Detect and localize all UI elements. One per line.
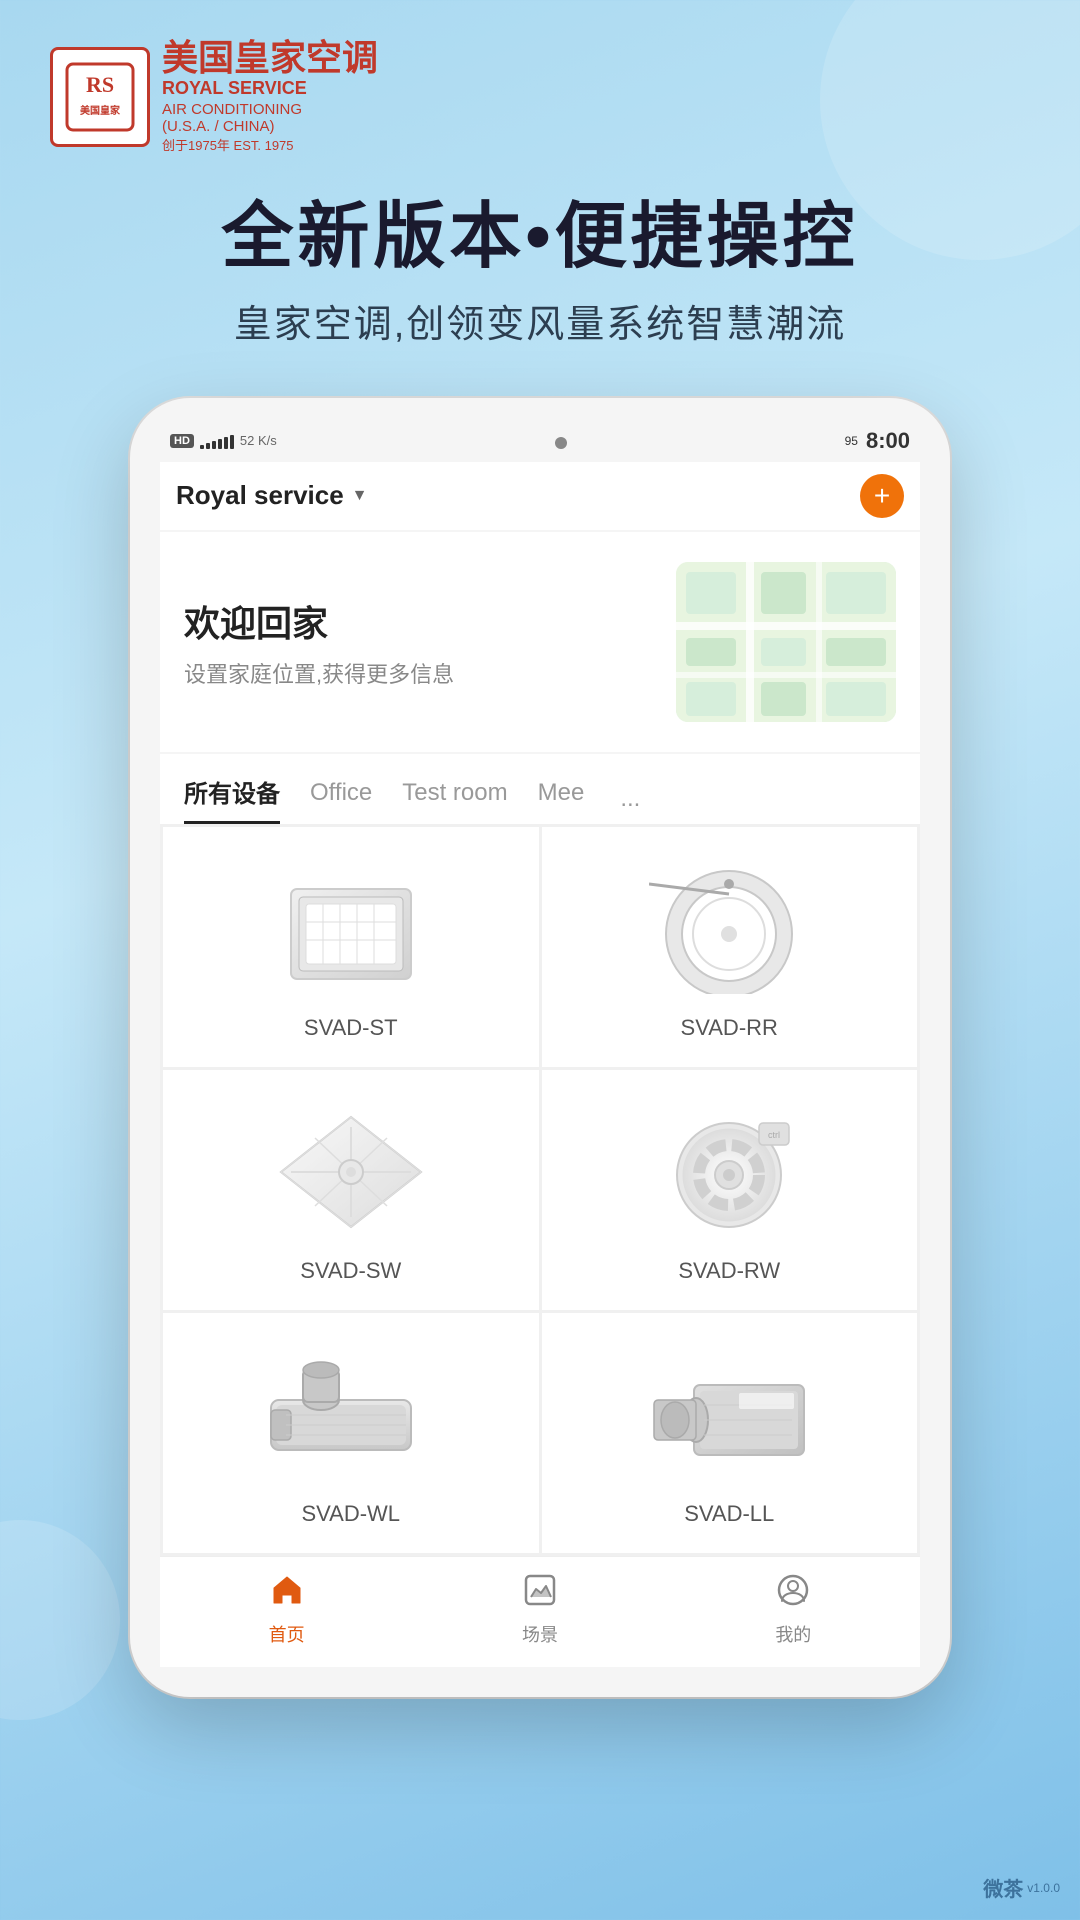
app-header: Royal service ▼ + xyxy=(160,462,920,530)
svg-text:美国皇家: 美国皇家 xyxy=(80,104,121,117)
device-card-svad-st[interactable]: SVAD-ST xyxy=(163,827,539,1067)
logo-box: RS 美国皇家 美国皇家空调 ROYAL SERVICE AIR CONDITI… xyxy=(50,40,378,154)
device-name-svad-rw: SVAD-RW xyxy=(678,1258,780,1284)
svg-text:RS: RS xyxy=(86,72,114,97)
location-selector[interactable]: Royal service ▼ xyxy=(176,480,368,511)
device-name-svad-st: SVAD-ST xyxy=(304,1015,398,1041)
status-bar: HD 52 K/s 95 8:00 xyxy=(160,428,920,462)
logo-text-block: 美国皇家空调 ROYAL SERVICE AIR CONDITIONING (U… xyxy=(162,40,378,154)
tab-office[interactable]: Office xyxy=(310,779,372,819)
welcome-banner: 欢迎回家 设置家庭位置,获得更多信息 xyxy=(160,532,920,752)
welcome-subtitle: 设置家庭位置,获得更多信息 xyxy=(184,657,676,689)
device-card-svad-ll[interactable]: SVAD-LL xyxy=(542,1313,918,1553)
svad-rr-svg xyxy=(649,864,809,994)
svad-sw-svg xyxy=(271,1107,431,1237)
logo-english-line2: AIR CONDITIONING xyxy=(162,101,378,118)
add-button[interactable]: + xyxy=(860,474,904,518)
device-name-svad-ll: SVAD-LL xyxy=(684,1501,774,1527)
svad-ll-svg xyxy=(644,1355,814,1475)
watermark: 微茶 v1.0.0 xyxy=(983,1873,1060,1902)
svad-wl-svg xyxy=(261,1355,441,1475)
tab-mee[interactable]: Mee xyxy=(538,779,585,819)
bottom-nav: 首页 场景 xyxy=(160,1556,920,1667)
location-name: Royal service xyxy=(176,480,344,511)
logo-icon: RS 美国皇家 xyxy=(50,47,150,147)
battery-level: 95 xyxy=(845,434,858,448)
network-speed: 52 K/s xyxy=(240,433,277,448)
device-name-svad-wl: SVAD-WL xyxy=(301,1501,400,1527)
device-image-svad-wl xyxy=(261,1345,441,1485)
status-bar-left: HD 52 K/s xyxy=(170,433,277,449)
map-thumbnail xyxy=(676,562,896,722)
device-card-svad-wl[interactable]: SVAD-WL xyxy=(163,1313,539,1553)
hero-subtitle: 皇家空调,创领变风量系统智慧潮流 xyxy=(50,293,1030,348)
device-grid: SVAD-ST xyxy=(160,824,920,1556)
device-card-svad-rw[interactable]: ctrl SVAD-RW xyxy=(542,1070,918,1310)
device-name-svad-sw: SVAD-SW xyxy=(300,1258,401,1284)
welcome-title: 欢迎回家 xyxy=(184,595,676,647)
svad-rw-svg: ctrl xyxy=(649,1107,809,1237)
room-tabs: 所有设备 Office Test room Mee ... xyxy=(160,754,920,824)
hd-badge: HD xyxy=(170,434,194,448)
scene-icon xyxy=(523,1573,557,1615)
dropdown-arrow-icon: ▼ xyxy=(352,487,368,505)
clock: 8:00 xyxy=(866,428,910,454)
signal-bars xyxy=(200,433,234,449)
device-image-svad-sw xyxy=(261,1102,441,1242)
logo-chinese-name: 美国皇家空调 xyxy=(162,40,378,76)
profile-icon xyxy=(776,1573,810,1615)
tab-test-room[interactable]: Test room xyxy=(402,779,507,819)
nav-label-home: 首页 xyxy=(269,1621,305,1647)
tab-more-icon[interactable]: ... xyxy=(620,785,640,813)
logo-est: 创于1975年 EST. 1975 xyxy=(162,135,378,154)
nav-label-profile: 我的 xyxy=(775,1621,811,1647)
svg-text:ctrl: ctrl xyxy=(768,1130,780,1140)
logo-english-line3: (U.S.A. / CHINA) xyxy=(162,118,378,135)
watermark-sub: v1.0.0 xyxy=(1027,1881,1060,1895)
home-icon xyxy=(270,1573,304,1615)
device-name-svad-rr: SVAD-RR xyxy=(681,1015,778,1041)
welcome-text-block: 欢迎回家 设置家庭位置,获得更多信息 xyxy=(184,595,676,689)
svad-st-svg xyxy=(271,869,431,989)
status-bar-right: 95 8:00 xyxy=(845,428,910,454)
logo-english-line1: ROYAL SERVICE xyxy=(162,76,378,101)
watermark-text: 微茶 xyxy=(983,1873,1023,1902)
plus-icon: + xyxy=(874,482,890,510)
device-card-svad-rr[interactable]: SVAD-RR xyxy=(542,827,918,1067)
device-image-svad-rr xyxy=(639,859,819,999)
nav-item-profile[interactable]: 我的 xyxy=(775,1573,811,1647)
device-image-svad-ll xyxy=(639,1345,819,1485)
nav-item-home[interactable]: 首页 xyxy=(269,1573,305,1647)
device-image-svad-st xyxy=(261,859,441,999)
phone-notch xyxy=(555,437,567,449)
map-svg xyxy=(676,562,896,722)
phone-mockup: HD 52 K/s 95 8:00 Royal service xyxy=(130,398,950,1697)
nav-item-scene[interactable]: 场景 xyxy=(522,1573,558,1647)
nav-label-scene: 场景 xyxy=(522,1621,558,1647)
device-card-svad-sw[interactable]: SVAD-SW xyxy=(163,1070,539,1310)
phone-mockup-wrapper: HD 52 K/s 95 8:00 Royal service xyxy=(0,388,1080,1697)
tab-all-devices[interactable]: 所有设备 xyxy=(184,774,280,824)
device-image-svad-rw: ctrl xyxy=(639,1102,819,1242)
